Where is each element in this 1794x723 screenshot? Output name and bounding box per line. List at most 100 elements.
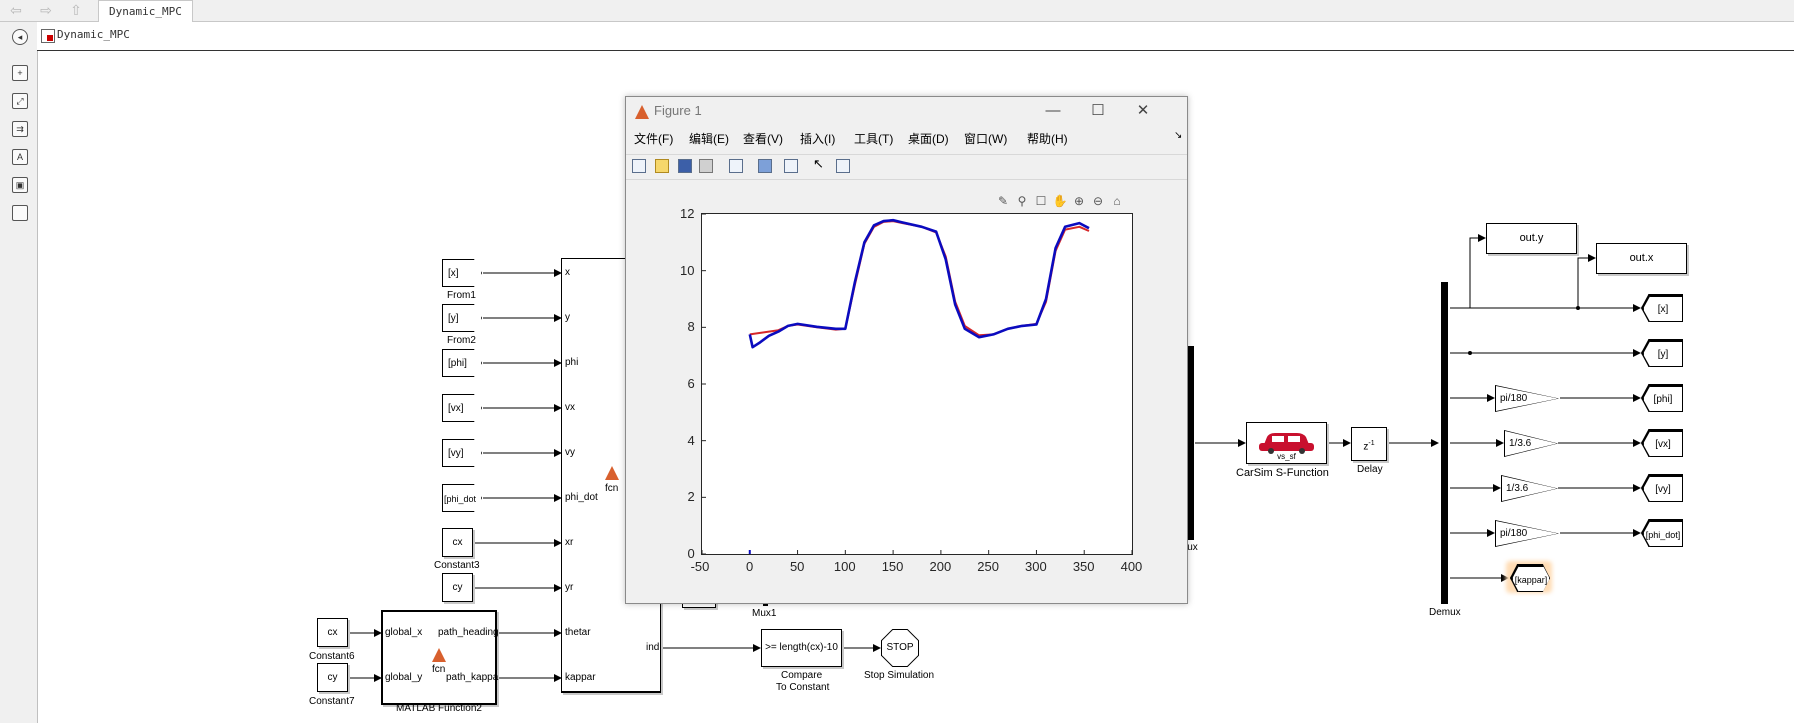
goto-phi-block[interactable]: [phi] <box>1641 384 1683 412</box>
port-yr: yr <box>565 582 574 593</box>
port-xr: xr <box>565 537 574 548</box>
menu-help[interactable]: 帮助(H) <box>1027 130 1068 147</box>
print-icon[interactable] <box>699 159 713 173</box>
menu-edit[interactable]: 编辑(E) <box>689 130 729 147</box>
carsim-s-function-block[interactable]: vs_sf <box>1246 422 1327 464</box>
demux-bar[interactable] <box>1441 282 1448 604</box>
x-tick-label: 350 <box>1072 559 1095 574</box>
menu-window[interactable]: 窗口(W) <box>964 130 1007 147</box>
menu-insert[interactable]: 插入(I) <box>800 130 835 147</box>
port-phi-dot: phi_dot <box>565 492 598 503</box>
y-tick-label: 0 <box>687 546 695 561</box>
stop-simulation-block[interactable]: STOP <box>881 629 919 667</box>
y-tick-label: 12 <box>680 206 695 221</box>
menu-file[interactable]: 文件(F) <box>634 130 673 147</box>
to-constant-label: To Constant <box>776 682 830 693</box>
constant7-block[interactable]: cy <box>317 663 348 692</box>
goto-phi-dot-block[interactable]: [phi_dot] <box>1641 519 1683 547</box>
matlab-function2-label: MATLAB Function2 <box>396 703 482 714</box>
save-icon[interactable] <box>678 159 692 173</box>
constant4-block[interactable]: cy <box>442 573 473 602</box>
goto-kappar-block[interactable]: [kappar] <box>1510 564 1550 592</box>
constant3-block[interactable]: cx <box>442 528 473 557</box>
carsim-sub-label: vs_sf <box>1277 452 1296 461</box>
delay-block[interactable]: z-1 <box>1351 427 1387 461</box>
x-tick-label: 0 <box>745 559 754 574</box>
goto-vy-text: [vy] <box>1643 476 1683 502</box>
zoom-in-icon[interactable]: ⊕ <box>1071 193 1087 209</box>
menu-desktop[interactable]: 桌面(D) <box>908 130 949 147</box>
property-inspector-icon[interactable] <box>836 159 850 173</box>
plot-axes[interactable] <box>701 213 1133 555</box>
port-thetar: thetar <box>565 627 591 638</box>
plot-svg <box>701 213 1133 555</box>
goto-kappar-text: [kappar] <box>1512 566 1550 592</box>
open-file-icon[interactable] <box>655 159 669 173</box>
port-x: x <box>565 267 570 278</box>
pointer-icon[interactable]: ↖ <box>813 156 827 171</box>
menu-view[interactable]: 查看(V) <box>743 130 783 147</box>
goto-vy-block[interactable]: [vy] <box>1641 474 1683 502</box>
figure-window[interactable]: Figure 1 — ☐ ✕ 文件(F) 编辑(E) 查看(V) 插入(I) 工… <box>625 96 1188 604</box>
port-path-kappa: path_kappa <box>446 672 499 683</box>
port-y: y <box>565 312 570 323</box>
mux-bar[interactable] <box>1187 346 1194 540</box>
link-plot-icon[interactable] <box>729 159 743 173</box>
port-ind: ind <box>646 642 660 653</box>
hand-icon[interactable]: ✋ <box>1052 193 1068 209</box>
from-phi-dot-block[interactable]: [phi_dot <box>442 484 482 512</box>
compare-to-constant-block[interactable]: >= length(cx)-10 <box>761 629 842 667</box>
mf2-fcn-label: fcn <box>432 664 446 675</box>
stop-text: STOP <box>882 630 918 666</box>
maximize-icon[interactable]: ☐ <box>1078 99 1118 123</box>
goto-x-block[interactable]: [x] <box>1641 294 1683 322</box>
port-path-heading: path_heading <box>438 627 499 638</box>
demux-label: Demux <box>1429 607 1461 618</box>
y-tick-label: 2 <box>687 489 695 505</box>
x-tick-label: 250 <box>977 559 999 574</box>
home-icon[interactable]: ⌂ <box>1109 193 1125 209</box>
colorbar-icon[interactable] <box>758 159 772 173</box>
dock-arrow-icon[interactable]: ↘ <box>1174 130 1182 141</box>
data-tip-icon[interactable]: ⚲ <box>1014 193 1030 209</box>
port-vy: vy <box>565 447 575 458</box>
figure-title: Figure 1 <box>654 103 702 118</box>
close-icon[interactable]: ✕ <box>1123 99 1163 123</box>
from-phi-block[interactable]: [phi] <box>442 349 482 377</box>
new-figure-icon[interactable] <box>632 159 646 173</box>
constant7-label: Constant7 <box>309 696 355 707</box>
minimize-icon[interactable]: — <box>1033 99 1073 123</box>
x-tick-label: 300 <box>1025 559 1047 574</box>
goto-phi-text: [phi] <box>1643 386 1683 412</box>
x-tick-label: -50 <box>690 559 710 574</box>
from-vy-block[interactable]: [vy] <box>442 439 482 467</box>
matlab-logo-icon <box>635 105 649 119</box>
menu-tools[interactable]: 工具(T) <box>854 130 893 147</box>
goto-y-block[interactable]: [y] <box>1641 339 1683 367</box>
goto-y-text: [y] <box>1643 341 1683 367</box>
constant6-label: Constant6 <box>309 651 355 662</box>
goto-vx-text: [vx] <box>1643 431 1683 457</box>
from-vx-block[interactable]: [vx] <box>442 394 482 422</box>
out-x-block[interactable]: out.x <box>1596 243 1687 274</box>
x-tick-label: 100 <box>833 559 856 574</box>
from-y-block[interactable]: [y] <box>442 304 482 332</box>
stop-simulation-label: Stop Simulation <box>864 670 935 681</box>
y-tick-label: 4 <box>687 432 695 448</box>
port-vx: vx <box>565 402 575 413</box>
from-x-block[interactable]: [x] <box>442 259 482 287</box>
mux1-label: Mux1 <box>752 608 777 619</box>
y-tick-label: 8 <box>687 319 695 335</box>
brush-icon[interactable]: ✎ <box>995 193 1011 209</box>
goto-vx-block[interactable]: [vx] <box>1641 429 1683 457</box>
pan-icon[interactable]: ☐ <box>1033 193 1049 209</box>
constant3-label: Constant3 <box>434 560 480 571</box>
y-tick-label: 10 <box>680 262 695 278</box>
out-y-block[interactable]: out.y <box>1486 223 1577 254</box>
carsim-label: CarSim S-Function <box>1236 467 1329 479</box>
legend-icon[interactable] <box>784 159 798 173</box>
figure-toolbar: ↖ <box>626 154 1187 180</box>
zoom-out-icon[interactable]: ⊖ <box>1090 193 1106 209</box>
series-line-1 <box>748 218 1090 349</box>
constant6-block[interactable]: cx <box>317 618 348 647</box>
